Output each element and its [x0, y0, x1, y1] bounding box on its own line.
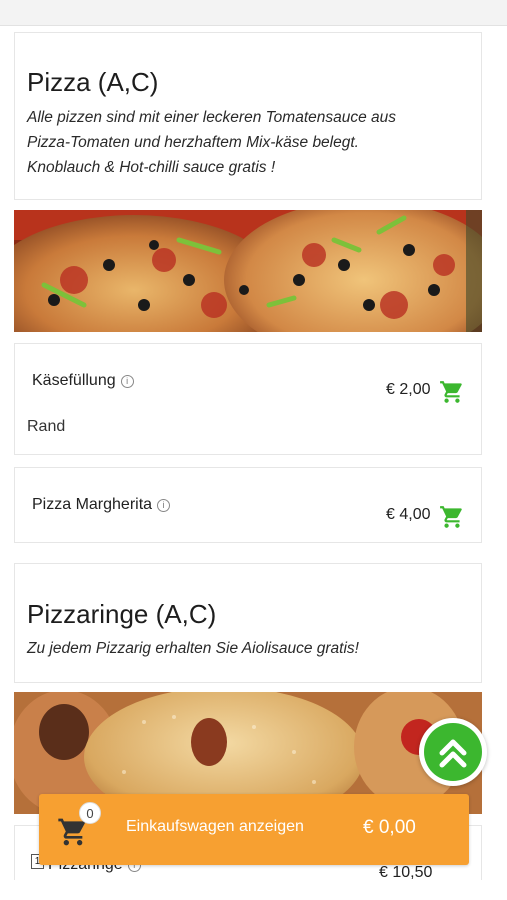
add-to-cart-icon[interactable] — [439, 504, 465, 530]
view-cart-label: Einkaufswagen anzeigen — [126, 818, 304, 835]
bottom-edge — [0, 880, 507, 900]
item-name: Käsefüllung i — [32, 372, 134, 390]
item-sub-label: Rand — [27, 418, 66, 435]
category-header-pizzaringe: Pizzaringe (A,C) Zu jedem Pizzarig erhal… — [14, 563, 482, 683]
category-title: Pizza (A,C) — [27, 67, 159, 97]
view-cart-bar[interactable]: 0 Einkaufswagen anzeigen € 0,00 — [39, 794, 469, 865]
category-title: Pizzaringe (A,C) — [27, 599, 217, 629]
cart-total: € 0,00 — [363, 817, 416, 838]
top-bar — [0, 0, 507, 26]
category-header-pizza: Pizza (A,C) Alle pizzen sind mit einer l… — [14, 32, 482, 200]
pizza-banner-image — [14, 210, 482, 332]
add-to-cart-icon[interactable] — [439, 379, 465, 405]
item-name: Pizza Margherita i — [32, 496, 171, 514]
item-price: € 4,00 — [386, 506, 431, 523]
menu-item-pizza-margherita[interactable]: Pizza Margherita i € 4,00 — [14, 467, 482, 543]
category-description: Alle pizzen sind mit einer leckeren Toma… — [27, 109, 397, 176]
item-price: € 2,00 — [386, 381, 431, 398]
scroll-to-top-button[interactable] — [419, 718, 487, 786]
info-icon[interactable]: i — [157, 499, 171, 512]
cart-count-badge: 0 — [79, 802, 101, 824]
info-icon[interactable]: i — [120, 375, 134, 388]
double-chevron-up-icon — [439, 739, 467, 768]
menu-item-kaesefuellung[interactable]: Käsefüllung i € 2,00 Rand — [14, 343, 482, 455]
category-description: Zu jedem Pizzarig erhalten Sie Aiolisauc… — [27, 640, 359, 657]
